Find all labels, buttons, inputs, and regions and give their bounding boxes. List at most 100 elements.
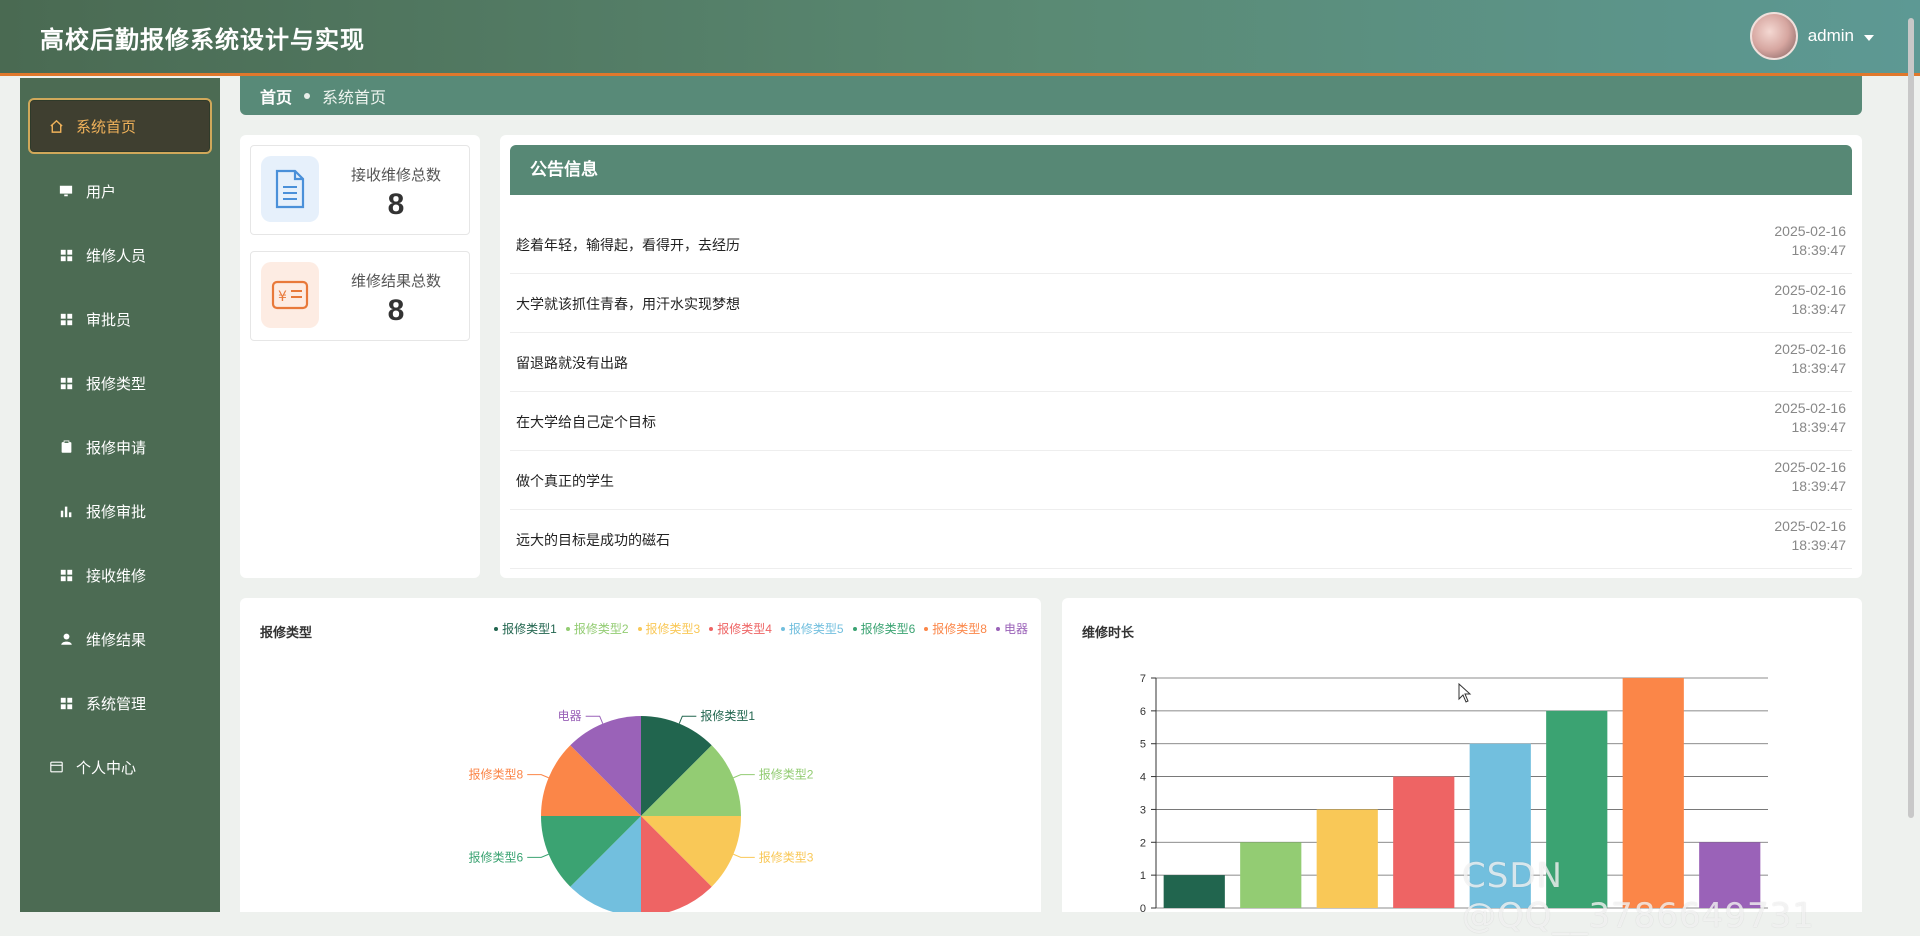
bar-chart: 0 1 2 3 4 5 6 7: [1140, 673, 1768, 912]
notice-time: 18:39:47: [1791, 419, 1847, 435]
notice-time: 18:39:47: [1791, 301, 1847, 317]
notice-date: 2025-02-16: [1774, 518, 1846, 534]
notice-title[interactable]: 趁着年轻，输得起，看得开，去经历: [516, 235, 740, 255]
sidebar-item-label: 报修申请: [86, 439, 147, 457]
slice-label-line: [733, 774, 755, 779]
sidebar-item-personal-center[interactable]: 个人中心: [20, 741, 220, 793]
sidebar-item-label: 接收维修: [86, 567, 147, 585]
notice-title[interactable]: 在大学给自己定个目标: [516, 412, 656, 432]
notice-datetime: 2025-02-16 18:39:47: [1726, 399, 1846, 437]
notice-item[interactable]: 大学就该抓住青春，用汗水实现梦想 2025-02-16 18:39:47: [510, 274, 1852, 333]
sidebar-item-repairers[interactable]: 维修人员: [20, 229, 220, 281]
slice-label-line: [585, 715, 604, 724]
sidebar-item-repair-requests[interactable]: 报修申请: [20, 421, 220, 473]
receipt-yen-icon: ¥: [261, 262, 319, 328]
bar[interactable]: [1316, 809, 1378, 908]
bar-chart-icon: [58, 503, 74, 519]
sidebar-item-system-management[interactable]: 系统管理: [20, 677, 220, 729]
notice-time: 18:39:47: [1791, 242, 1847, 258]
sidebar-item-label: 报修审批: [86, 503, 147, 521]
bar[interactable]: [1699, 842, 1761, 908]
slice-label: 报修类型1: [700, 708, 755, 723]
notice-title[interactable]: 做个真正的学生: [516, 471, 614, 491]
stat-card-received: 接收维修总数 8: [250, 145, 470, 235]
notice-item[interactable]: 做个真正的学生 2025-02-16 18:39:47: [510, 451, 1852, 510]
avatar[interactable]: [1749, 12, 1798, 60]
breadcrumb: 首页 系统首页: [240, 76, 1862, 115]
mouse-cursor-icon: [1458, 683, 1472, 703]
bar[interactable]: [1469, 743, 1531, 908]
slice-label: 报修类型3: [759, 849, 814, 864]
notice-datetime: 2025-02-16 18:39:47: [1726, 458, 1846, 496]
sidebar-item-repair-results[interactable]: 维修结果: [20, 613, 220, 665]
chevron-down-icon[interactable]: [1864, 34, 1874, 41]
user-name[interactable]: admin: [1808, 26, 1854, 46]
notice-title[interactable]: 大学就该抓住青春，用汗水实现梦想: [516, 294, 740, 314]
stat-value: 8: [387, 294, 405, 327]
notice-datetime: 2025-02-16 18:39:47: [1726, 340, 1846, 378]
notice-datetime: 2025-02-16 18:39:47: [1726, 222, 1846, 260]
breadcrumb-separator: [304, 92, 311, 99]
stat-card-results: ¥ 维修结果总数 8: [250, 251, 470, 341]
stat-value: 8: [387, 188, 405, 221]
app-title: 高校后勤报修系统设计与实现: [40, 27, 365, 54]
slice-label-line: [527, 853, 549, 858]
notice-time: 18:39:47: [1791, 537, 1847, 553]
notice-datetime: 2025-02-16 18:39:47: [1726, 517, 1846, 555]
sidebar-item-approvers[interactable]: 审批员: [20, 293, 220, 345]
slice-label: 报修类型6: [469, 849, 524, 864]
bar[interactable]: [1163, 875, 1225, 908]
scrollbar-thumb[interactable]: [1908, 18, 1914, 818]
sidebar-item-repair-types[interactable]: 报修类型: [20, 357, 220, 409]
slice-label: 电器: [558, 709, 582, 723]
sidebar: 系统首页 用户 维修人员 审批员 报修类型 报修申请 报修审批 接收维修 维修结…: [20, 78, 220, 912]
sidebar-item-label: 个人中心: [76, 759, 137, 777]
bar[interactable]: [1622, 678, 1684, 908]
bar[interactable]: [1240, 842, 1302, 908]
notice-date: 2025-02-16: [1774, 400, 1846, 416]
y-tick-label: 7: [1140, 673, 1146, 685]
page-scrollbar[interactable]: [1906, 0, 1916, 820]
sidebar-item-home[interactable]: 系统首页: [28, 98, 212, 154]
bar[interactable]: [1393, 776, 1455, 908]
sidebar-item-users[interactable]: 用户: [20, 165, 220, 217]
sidebar-item-repair-approval[interactable]: 报修审批: [20, 485, 220, 537]
notice-item[interactable]: 远大的目标是成功的磁石 2025-02-16 18:39:47: [510, 510, 1852, 569]
slice-label-line: [678, 715, 697, 724]
stat-label: 维修结果总数: [350, 273, 441, 290]
notice-title[interactable]: 远大的目标是成功的磁石: [516, 530, 670, 550]
notice-item[interactable]: 留退路就没有出路 2025-02-16 18:39:47: [510, 333, 1852, 392]
notice-time: 18:39:47: [1791, 478, 1847, 494]
breadcrumb-home[interactable]: 首页: [260, 84, 292, 108]
notice-date: 2025-02-16: [1774, 459, 1846, 475]
notice-time: 18:39:47: [1791, 360, 1847, 376]
y-tick-label: 6: [1140, 706, 1146, 718]
sidebar-item-label: 报修类型: [86, 375, 147, 393]
sidebar-item-label: 系统管理: [86, 695, 147, 713]
stat-label: 接收维修总数: [350, 167, 441, 184]
notice-header: 公告信息: [510, 145, 1852, 195]
y-tick-label: 5: [1140, 739, 1146, 751]
notice-item[interactable]: 在大学给自己定个目标 2025-02-16 18:39:47: [510, 392, 1852, 451]
wallet-icon: [48, 759, 64, 775]
top-bar: 高校后勤报修系统设计与实现 admin: [0, 0, 1920, 76]
grid-icon: [58, 567, 74, 583]
grid-icon: [58, 311, 74, 327]
grid-icon: [58, 375, 74, 391]
sidebar-item-receive-repair[interactable]: 接收维修: [20, 549, 220, 601]
notice-item[interactable]: 趁着年轻，输得起，看得开，去经历 2025-02-16 18:39:47: [510, 215, 1852, 274]
grid-icon: [58, 247, 74, 263]
stats-panel: 接收维修总数 8 ¥ 维修结果总数 8: [240, 135, 480, 578]
repair-type-chart-panel: 报修类型 报修类型1 报修类型2 报修类型3 报修类型4 报修类型5 报修类型6 报修类型8…: [240, 598, 1041, 912]
user-menu[interactable]: admin: [1749, 12, 1874, 60]
svg-text:¥: ¥: [278, 289, 287, 305]
bar[interactable]: [1546, 710, 1608, 908]
notice-title[interactable]: 留退路就没有出路: [516, 353, 628, 373]
sidebar-item-label: 审批员: [86, 311, 132, 329]
slice-label: 报修类型2: [759, 767, 814, 782]
notice-datetime: 2025-02-16 18:39:47: [1726, 281, 1846, 319]
y-tick-label: 0: [1140, 903, 1146, 912]
breadcrumb-current: 系统首页: [322, 89, 387, 107]
grid-icon: [58, 695, 74, 711]
slice-label-line: [527, 774, 549, 779]
